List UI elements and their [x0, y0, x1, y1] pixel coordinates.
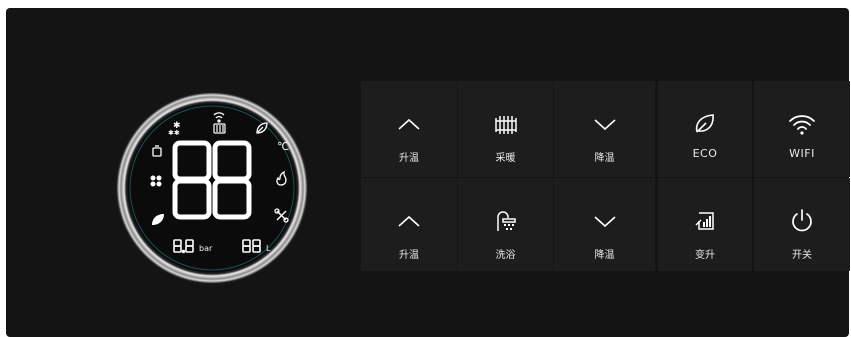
display-graphics: ✱ ✱✱ — [129, 105, 295, 271]
up-temp-heating-button[interactable]: 升温 — [361, 81, 457, 177]
volume-unit: L — [266, 244, 271, 253]
pressure-digits — [173, 239, 194, 254]
svg-text:✱✱: ✱✱ — [168, 129, 180, 137]
boost-icon — [695, 212, 714, 230]
eco-button[interactable]: ECO — [658, 81, 752, 177]
temperature-display: ✱ ✱✱ ℃ bar L — [117, 93, 307, 283]
eco-leaf-icon — [152, 214, 164, 225]
temp-unit: ℃ — [277, 140, 290, 153]
heating-label: 采暖 — [495, 153, 516, 164]
shower-label: 洗浴 — [495, 250, 516, 261]
down-temp-label: 降温 — [594, 153, 615, 164]
snowflake-icon: ✱ ✱✱ — [168, 121, 181, 137]
leaf-icon — [256, 122, 268, 134]
up-temp-label: 升温 — [399, 153, 419, 164]
wifi-button[interactable]: WIFI — [754, 81, 850, 177]
shower-button[interactable]: 洗浴 — [458, 178, 553, 271]
wifi-label: WIFI — [789, 147, 815, 160]
power-label: 开关 — [792, 250, 812, 261]
eco-leaf-icon — [695, 114, 714, 133]
boost-label: 变升 — [695, 250, 715, 261]
wifi-icon — [213, 112, 225, 123]
down-temp-label: 降温 — [594, 250, 615, 261]
power-icon — [792, 209, 812, 232]
tools-icon — [274, 208, 289, 223]
volume-digits — [242, 239, 261, 253]
control-panel: ✱ ✱✱ ℃ bar L 升温 采暖 降温 ECO WIFI 升温 洗浴 降温 … — [6, 8, 850, 337]
heating-button[interactable]: 采暖 — [458, 81, 553, 177]
chevron-down-icon — [593, 119, 616, 131]
main-digits — [172, 140, 252, 220]
flame-icon — [276, 170, 287, 186]
kettle-icon — [152, 145, 162, 157]
shower-icon — [496, 211, 516, 231]
chevron-up-icon — [398, 118, 420, 130]
up-temp-shower-button[interactable]: 升温 — [361, 178, 457, 271]
pressure-unit: bar — [199, 244, 213, 253]
power-button[interactable]: 开关 — [754, 178, 850, 271]
wifi-icon — [789, 115, 815, 135]
boost-button[interactable]: 变升 — [658, 178, 752, 271]
down-temp-heating-button[interactable]: 降温 — [554, 81, 655, 177]
up-temp-label: 升温 — [399, 250, 419, 261]
fan-icon — [150, 175, 162, 187]
down-temp-shower-button[interactable]: 降温 — [554, 178, 655, 271]
chevron-down-icon — [593, 216, 616, 228]
radiator-icon — [494, 116, 517, 134]
chevron-up-icon — [398, 215, 420, 227]
radiator-icon — [213, 123, 226, 134]
eco-label: ECO — [692, 147, 718, 160]
